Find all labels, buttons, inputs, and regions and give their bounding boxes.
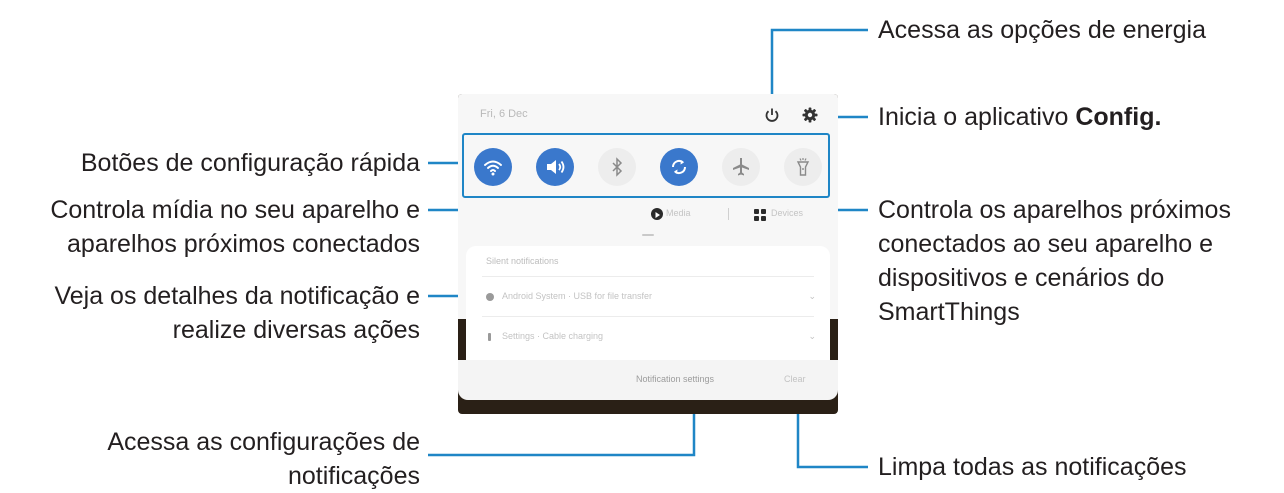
- callout-notification-settings-line1: Acessa as configurações de: [107, 428, 420, 456]
- sound-icon: [547, 160, 565, 174]
- callout-media-line2: aparelhos próximos conectados: [67, 230, 420, 258]
- callout-line-power: [770, 28, 868, 100]
- callout-devices-line2: conectados ao seu aparelho e: [878, 230, 1213, 258]
- bluetooth-icon: [612, 157, 623, 177]
- notification-item[interactable]: Android System · USB for file transfer ⌄: [482, 282, 822, 312]
- callout-devices-line4: SmartThings: [878, 298, 1020, 326]
- notification-item[interactable]: Settings · Cable charging ⌄: [482, 322, 822, 352]
- airplane-mode-toggle[interactable]: [722, 148, 760, 186]
- callout-settings-bold: Config.: [1075, 103, 1162, 131]
- callout-settings-text: Inicia o aplicativo: [878, 103, 1076, 131]
- android-system-icon: [486, 293, 494, 301]
- callout-notification-settings-line2: notificações: [287, 462, 420, 490]
- notifications-header: Silent notifications: [486, 256, 559, 266]
- callout-media-line1: Controla mídia no seu aparelho e: [50, 196, 420, 224]
- media-devices-row: Media Devices: [458, 200, 838, 228]
- notification-settings-button[interactable]: Notification settings: [636, 374, 714, 384]
- chevron-down-icon[interactable]: ⌄: [808, 331, 816, 342]
- date-label: Fri, 6 Dec: [480, 108, 528, 120]
- devices-button[interactable]: Devices: [771, 208, 803, 218]
- drag-handle[interactable]: [642, 234, 654, 236]
- divider: [482, 276, 814, 277]
- notification-text: Android System · USB for file transfer: [502, 291, 653, 301]
- divider: [482, 316, 814, 317]
- sound-toggle[interactable]: [536, 148, 574, 186]
- devices-grid-icon[interactable]: [754, 208, 766, 221]
- gear-icon[interactable]: [800, 105, 820, 125]
- wifi-icon: [484, 160, 502, 176]
- wifi-toggle[interactable]: [474, 148, 512, 186]
- callout-notification-line2: realize diversas ações: [172, 316, 420, 344]
- callout-settings: Inicia o aplicativo Config.: [878, 100, 1161, 134]
- auto-rotate-icon: [671, 159, 687, 175]
- callout-devices-line3: dispositivos e cenários do: [878, 264, 1165, 292]
- divider: [728, 208, 729, 220]
- bluetooth-toggle[interactable]: [598, 148, 636, 186]
- callout-devices-line1: Controla os aparelhos próximos: [878, 196, 1231, 224]
- power-icon[interactable]: [762, 105, 782, 125]
- notification-text: Settings · Cable charging: [502, 331, 604, 341]
- charging-icon: [488, 333, 491, 341]
- callout-quick-settings: Botões de configuração rápida: [80, 149, 420, 177]
- media-play-icon[interactable]: [651, 208, 663, 220]
- media-button[interactable]: Media: [666, 208, 691, 218]
- clear-button[interactable]: Clear: [784, 374, 806, 384]
- quick-settings-panel: [462, 133, 830, 198]
- notification-panel: Fri, 6 Dec Media Devices Silent notifica…: [458, 94, 838, 414]
- flashlight-toggle[interactable]: [784, 148, 822, 186]
- chevron-down-icon[interactable]: ⌄: [808, 291, 816, 302]
- notification-card: Silent notifications Android System · US…: [466, 246, 830, 374]
- callout-power-options: Acessa as opções de energia: [878, 16, 1206, 44]
- auto-rotate-toggle[interactable]: [660, 148, 698, 186]
- flashlight-icon: [796, 158, 810, 176]
- notification-actions-bar: Notification settings Clear: [458, 360, 838, 400]
- airplane-mode-icon: [733, 158, 749, 176]
- callout-notification-line1: Veja os detalhes da notificação e: [54, 282, 420, 310]
- callout-clear-all: Limpa todas as notificações: [878, 453, 1187, 481]
